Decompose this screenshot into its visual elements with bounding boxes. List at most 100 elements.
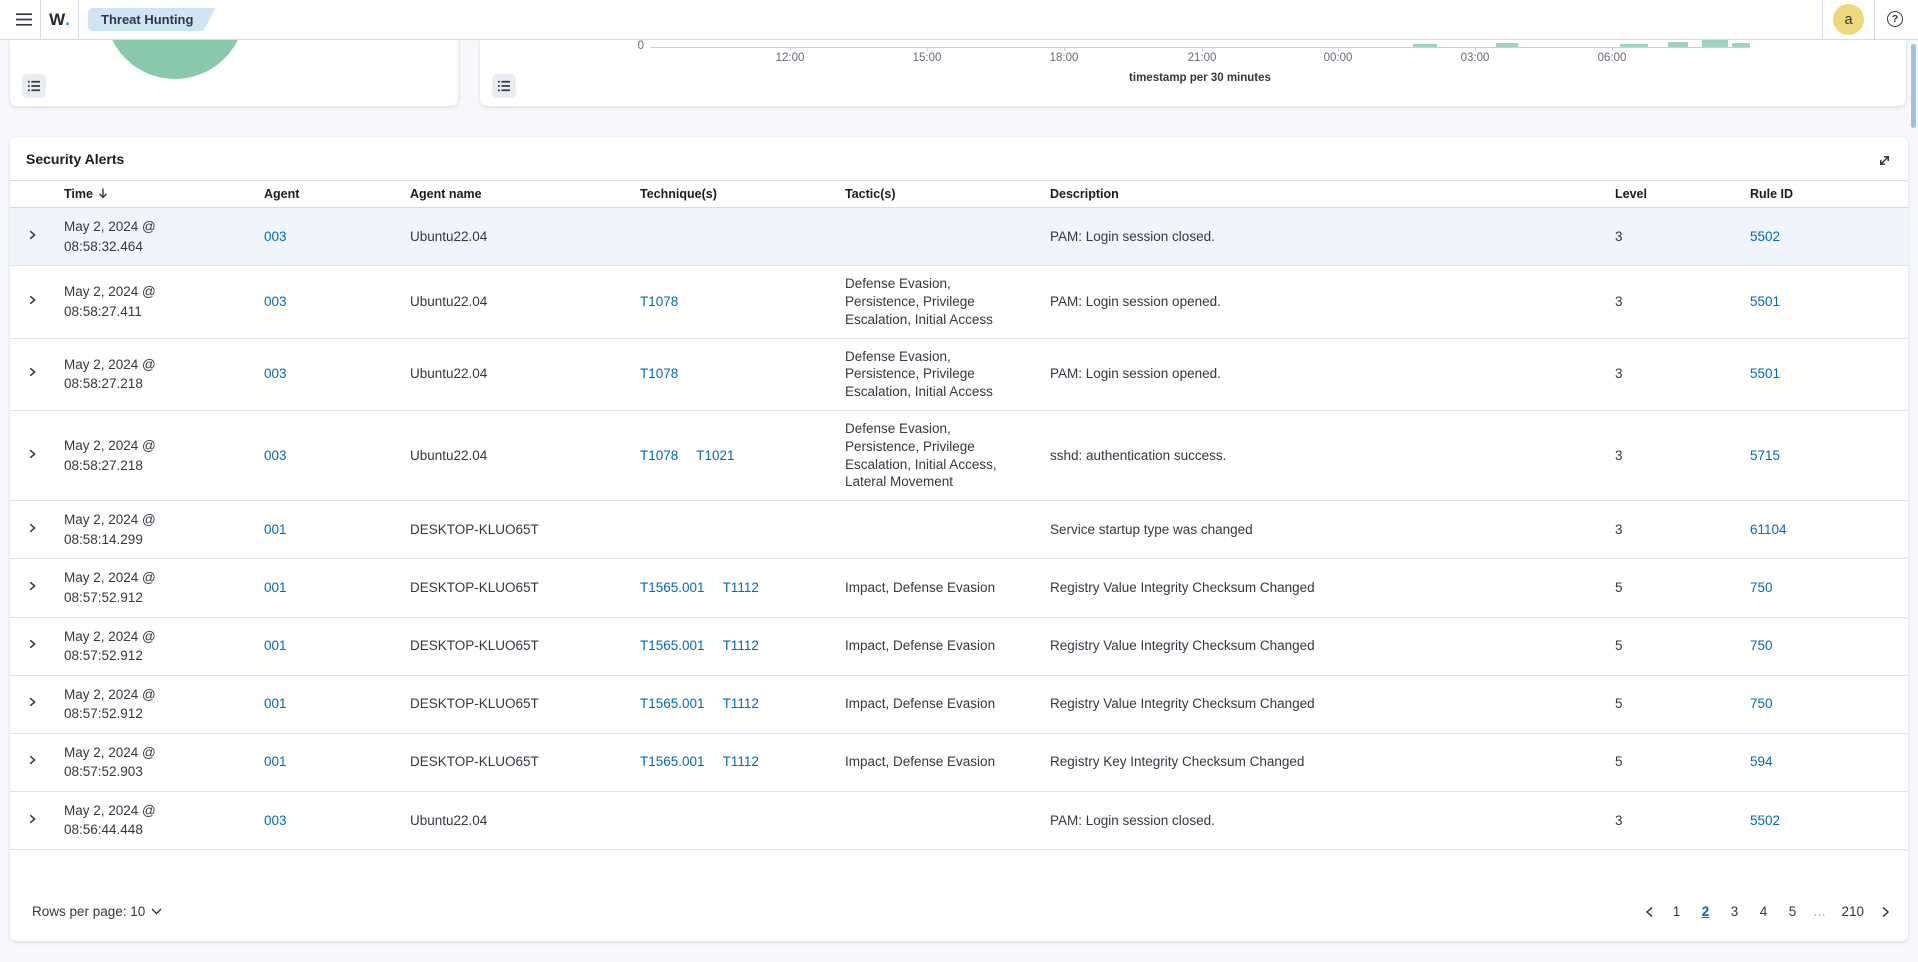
alert-description: Registry Value Integrity Checksum Change… — [1050, 580, 1315, 595]
agent-link[interactable]: 003 — [264, 294, 287, 309]
agent-name: Ubuntu22.04 — [410, 366, 487, 381]
technique-link[interactable]: T1565.001 — [640, 638, 705, 653]
column-header-techniques[interactable]: Technique(s) — [632, 181, 837, 208]
axis-tick — [1202, 47, 1203, 51]
agent-link[interactable]: 001 — [264, 696, 287, 711]
hamburger-menu-icon[interactable] — [8, 0, 40, 39]
rule-id-link[interactable]: 5502 — [1750, 229, 1780, 244]
column-header-agent[interactable]: Agent — [256, 181, 402, 208]
technique-link[interactable]: T1078 — [640, 366, 678, 381]
agent-link[interactable]: 003 — [264, 229, 287, 244]
alert-time: May 2, 2024 @ 08:56:44.448 — [64, 801, 189, 840]
rows-per-page-button[interactable]: Rows per page: 10 — [26, 903, 168, 920]
agent-link[interactable]: 003 — [264, 813, 287, 828]
expand-icon[interactable] — [1875, 151, 1894, 170]
agent-link[interactable]: 001 — [264, 638, 287, 653]
alert-description: PAM: Login session closed. — [1050, 229, 1215, 244]
technique-link[interactable]: T1112 — [723, 638, 759, 653]
tactics: Impact, Defense Evasion — [845, 695, 1023, 713]
technique-link[interactable]: T1565.001 — [640, 580, 705, 595]
technique-link[interactable]: T1112 — [723, 754, 759, 769]
tactics: Impact, Defense Evasion — [845, 753, 1023, 771]
alert-description: PAM: Login session opened. — [1050, 366, 1221, 381]
page-button-3[interactable]: 3 — [1723, 900, 1745, 924]
technique-link[interactable]: T1078 — [640, 448, 678, 463]
alert-description: sshd: authentication success. — [1050, 448, 1226, 463]
rule-id-link[interactable]: 5502 — [1750, 813, 1780, 828]
alert-time: May 2, 2024 @ 08:58:14.299 — [64, 510, 189, 549]
agent-link[interactable]: 003 — [264, 366, 287, 381]
column-header-agent-name[interactable]: Agent name — [402, 181, 632, 208]
next-page-button[interactable] — [1877, 904, 1894, 920]
tactics: Defense Evasion, Persistence, Privilege … — [845, 348, 1023, 401]
alert-level: 5 — [1615, 696, 1623, 711]
table-row: May 2, 2024 @ 08:58:27.411 003 Ubuntu22.… — [10, 266, 1908, 338]
chevron-right-icon[interactable] — [26, 580, 38, 592]
agent-link[interactable]: 001 — [264, 580, 287, 595]
technique-link[interactable]: T1112 — [723, 580, 759, 595]
wazuh-logo[interactable]: W. — [41, 0, 78, 39]
column-header-time[interactable]: Time — [56, 181, 256, 208]
chevron-right-icon[interactable] — [26, 522, 38, 534]
chevron-right-icon[interactable] — [26, 294, 38, 306]
column-header-rule-id[interactable]: Rule ID — [1742, 181, 1908, 208]
axis-tick-label: 18:00 — [1034, 52, 1094, 64]
chevron-right-icon[interactable] — [26, 813, 38, 825]
column-header-tactics[interactable]: Tactic(s) — [837, 181, 1042, 208]
page-button-210[interactable]: 210 — [1835, 900, 1870, 924]
technique-link[interactable]: T1021 — [696, 448, 734, 463]
rule-id-link[interactable]: 750 — [1750, 580, 1773, 595]
alert-description: Service startup type was changed — [1050, 522, 1253, 537]
table-row: May 2, 2024 @ 08:58:27.218 003 Ubuntu22.… — [10, 338, 1908, 410]
donut-chart-slice — [105, 39, 245, 79]
column-header-level[interactable]: Level — [1607, 181, 1742, 208]
technique-links: T1565.001 T1112 — [632, 733, 837, 791]
breadcrumb[interactable]: Threat Hunting — [88, 8, 215, 31]
page-button-1[interactable]: 1 — [1665, 900, 1687, 924]
agent-link[interactable]: 003 — [264, 448, 287, 463]
technique-link[interactable]: T1112 — [723, 696, 759, 711]
agent-name: Ubuntu22.04 — [410, 448, 487, 463]
rule-id-link[interactable]: 750 — [1750, 696, 1773, 711]
donut-chart-panel — [10, 39, 458, 106]
agent-name: Ubuntu22.04 — [410, 294, 487, 309]
page-button-5[interactable]: 5 — [1781, 900, 1803, 924]
technique-link[interactable]: T1565.001 — [640, 754, 705, 769]
table-row: May 2, 2024 @ 08:58:27.218 003 Ubuntu22.… — [10, 411, 1908, 501]
chevron-right-icon[interactable] — [26, 229, 38, 241]
tactics: Impact, Defense Evasion — [845, 637, 1023, 655]
avatar[interactable]: a — [1833, 4, 1864, 35]
chevron-right-icon[interactable] — [26, 754, 38, 766]
chevron-right-icon[interactable] — [26, 366, 38, 378]
axis-tick-label: 06:00 — [1582, 52, 1642, 64]
help-icon[interactable]: ? — [1887, 11, 1903, 27]
timeline-bars — [480, 39, 1906, 47]
rule-id-link[interactable]: 594 — [1750, 754, 1773, 769]
rule-id-link[interactable]: 61104 — [1750, 522, 1787, 537]
alerts-table: Time Agent Agent name Technique(s) Tacti… — [10, 180, 1908, 850]
divider — [78, 0, 79, 39]
technique-links — [632, 791, 837, 849]
rule-id-link[interactable]: 5501 — [1750, 366, 1780, 381]
technique-link[interactable]: T1565.001 — [640, 696, 705, 711]
page-button-2-active[interactable]: 2 — [1694, 900, 1716, 924]
chevron-right-icon[interactable] — [26, 448, 38, 460]
rule-id-link[interactable]: 5715 — [1750, 448, 1780, 463]
scrollbar-thumb[interactable] — [1911, 44, 1916, 128]
technique-link[interactable]: T1078 — [640, 294, 678, 309]
page-button-4[interactable]: 4 — [1752, 900, 1774, 924]
previous-page-button[interactable] — [1641, 904, 1658, 920]
alert-level: 3 — [1615, 366, 1623, 381]
list-icon[interactable] — [22, 74, 46, 98]
list-icon[interactable] — [492, 74, 516, 98]
agent-link[interactable]: 001 — [264, 522, 287, 537]
agent-link[interactable]: 001 — [264, 754, 287, 769]
rule-id-link[interactable]: 750 — [1750, 638, 1773, 653]
alert-description: Registry Key Integrity Checksum Changed — [1050, 754, 1304, 769]
alert-level: 5 — [1615, 638, 1623, 653]
chevron-right-icon[interactable] — [26, 696, 38, 708]
technique-links: T1565.001 T1112 — [632, 617, 837, 675]
column-header-description[interactable]: Description — [1042, 181, 1607, 208]
rule-id-link[interactable]: 5501 — [1750, 294, 1780, 309]
chevron-right-icon[interactable] — [26, 638, 38, 650]
